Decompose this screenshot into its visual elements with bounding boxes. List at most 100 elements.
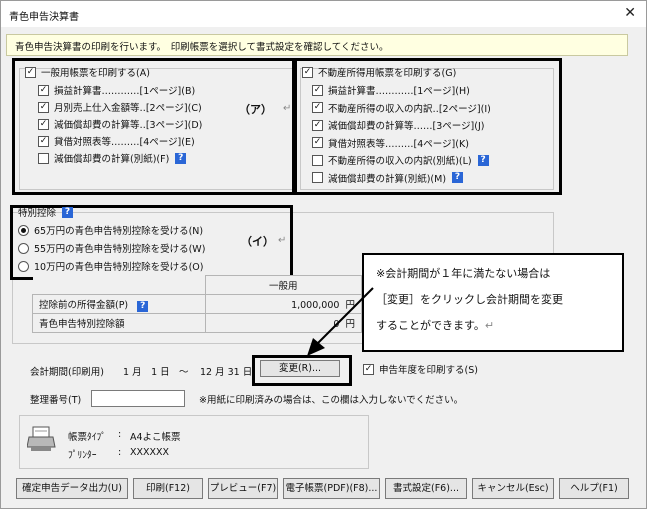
period-label: 会計期間(印刷用) [30,367,104,378]
seiri-input[interactable] [91,390,185,407]
marker-a: （ア） [239,103,272,116]
form-type-label: 帳票ﾀｲﾌﾟ [68,432,107,443]
form-type-value: A4よこ帳票 [130,432,181,443]
footer-button-2[interactable]: プレビュー(F7) [208,478,278,499]
radio-button[interactable] [18,242,29,254]
checkbox[interactable] [38,152,49,164]
realestate-item-label: 損益計算書…………[1ページ](H) [328,86,470,97]
footer-button-6[interactable]: ヘルプ(F1) [559,478,629,499]
period-tilde: ～ [179,367,189,378]
checkbox[interactable]: ✓ [38,101,49,113]
realestate-checkbox-3[interactable]: ✓ 貸借対照表等………[4ページ](K) [312,136,469,150]
help-icon[interactable]: ? [137,300,149,312]
realestate-item-label: 減価償却費の計算(別紙)(M) [328,173,447,185]
general-checkbox-0[interactable]: ✓ 損益計算書…………[1ページ](B) [38,83,195,97]
help-icon[interactable]: ? [175,152,187,164]
footer-button-4[interactable]: 書式設定(F6)... [385,478,467,499]
special-title-label: 特別控除 [18,208,57,219]
footer-button-3[interactable]: 電子帳票(PDF)(F8)... [283,478,380,499]
general-item-label: 貸借対照表等………[4ページ](E) [54,137,195,148]
realestate-checkbox-4[interactable]: 不動産所得の収入の内訳(別紙)(L)? [312,153,489,167]
callout-line2: ［変更］をクリックし会計期間を変更 [376,293,563,306]
general-checkbox-2[interactable]: ✓ 減価償却費の計算等‥[3ページ](D) [38,117,202,131]
form-type-sep: : [118,429,122,440]
checkbox[interactable]: ✓ [38,84,49,96]
seiri-label: 整理番号(T) [30,395,82,406]
help-icon[interactable]: ? [477,154,489,166]
checkbox[interactable]: ✓ [312,137,323,148]
print-year-checkbox[interactable]: ✓ 申告年度を印刷する(S) [363,362,478,376]
enter-mark: ↵ [278,235,287,246]
radio-button[interactable] [18,260,29,272]
general-item-label: 損益計算書…………[1ページ](B) [54,86,196,97]
checkbox[interactable]: ✓ [312,119,323,131]
printer-label: ﾌﾟﾘﾝﾀｰ [68,450,97,461]
realestate-item-label: 貸借対照表等………[4ページ](K) [328,138,469,150]
realestate-checkbox-0[interactable]: ✓ 損益計算書…………[1ページ](H) [312,83,470,97]
callout-line3: することができます。↵ [376,317,494,333]
realestate-checkbox-2[interactable]: ✓ 減価償却費の計算等……[3ページ](J) [312,118,484,132]
general-item-label: 減価償却費の計算等‥[3ページ](D) [54,120,203,131]
general-checkbox-3[interactable]: ✓ 貸借対照表等………[4ページ](E) [38,134,195,148]
special-option-label: 10万円の青色申告特別控除を受ける(O) [34,262,204,273]
print-year-label: 申告年度を印刷する(S) [379,365,478,376]
general-checkbox-1[interactable]: ✓ 月別売上仕入金額等‥[2ページ](C) [38,100,202,114]
realestate-checkbox-1[interactable]: ✓ 不動産所得の収入の内訳‥[2ページ](I) [312,101,491,115]
checkbox[interactable]: ✓ [312,84,323,96]
radio-button[interactable] [18,224,29,236]
row1-label-text: 控除前の所得金額(P) [39,299,129,311]
callout-line3-text: することができます。 [376,319,485,332]
checkbox[interactable]: ✓ [302,66,313,78]
dialog-window: 青色申告決算書 ✕ 青色申告決算書の印刷を行います。 印刷帳票を選択して書式設定… [0,0,647,509]
checkbox[interactable]: ✓ [25,66,36,78]
special-radio-2[interactable]: 10万円の青色申告特別控除を受ける(O) [18,259,203,273]
printer-sep: : [118,447,122,458]
row1-label: 控除前の所得金額(P) ? [32,294,206,314]
marker-i: （イ） [241,235,274,248]
printer-value: XXXXXX [130,447,170,458]
footer-button-1[interactable]: 印刷(F12) [133,478,203,499]
general-item-label: 月別売上仕入金額等‥[2ページ](C) [54,103,202,114]
row2-label: 青色申告特別控除額 [32,313,206,333]
period-end: 12 月 31 日 [200,367,253,378]
callout-line1: ※会計期間が１年に満たない場合は [376,267,551,280]
table-corner [32,275,206,295]
title-bar: 青色申告決算書 ✕ [1,1,646,27]
general-master-label: 一般用帳票を印刷する(A) [41,68,150,79]
info-text: 青色申告決算書の印刷を行います。 印刷帳票を選択して書式設定を確認してください。 [15,42,389,53]
realestate-item-label: 減価償却費の計算等……[3ページ](J) [328,121,485,132]
enter-mark: ↵ [484,319,495,332]
special-radio-0[interactable]: 65万円の青色申告特別控除を受ける(N) [18,223,203,237]
help-icon[interactable]: ? [452,172,464,183]
period-start: 1 月 1 日 [123,367,170,378]
general-item-label: 減価償却費の計算(別紙)(F) [54,154,170,165]
checkbox[interactable] [312,172,323,183]
special-option-label: 55万円の青色申告特別控除を受ける(W) [34,244,206,255]
realestate-item-label: 不動産所得の収入の内訳(別紙)(L) [328,156,472,167]
special-option-label: 65万円の青色申告特別控除を受ける(N) [34,226,204,237]
checkbox[interactable]: ✓ [38,118,49,130]
realestate-master-checkbox[interactable]: ✓ 不動産所得用帳票を印刷する(G) [302,65,456,79]
general-checkbox-4[interactable]: 減価償却費の計算(別紙)(F)? [38,151,187,165]
footer-button-0[interactable]: 確定申告データ出力(U) [16,478,128,499]
checkbox[interactable]: ✓ [312,102,323,113]
special-title: 特別控除 ? [18,205,74,219]
checkbox[interactable]: ✓ [363,363,374,375]
special-radio-1[interactable]: 55万円の青色申告特別控除を受ける(W) [18,241,205,255]
footer-button-5[interactable]: キャンセル(Esc) [472,478,554,499]
seiri-note: ※用紙に印刷済みの場合は、この欄は入力しないでください。 [199,395,464,406]
realestate-item-label: 不動産所得の収入の内訳‥[2ページ](I) [328,103,491,115]
printer-icon [27,426,56,451]
realestate-checkbox-5[interactable]: 減価償却費の計算(別紙)(M)? [312,171,464,185]
general-master-checkbox[interactable]: ✓ 一般用帳票を印刷する(A) [25,65,150,79]
callout-arrow [307,287,374,356]
help-icon[interactable]: ? [62,206,74,218]
checkbox[interactable] [312,154,323,166]
info-banner: 青色申告決算書の印刷を行います。 印刷帳票を選択して書式設定を確認してください。 [6,34,628,56]
window-title: 青色申告決算書 [9,12,79,23]
change-button[interactable]: 変更(R)... [260,360,340,377]
checkbox[interactable]: ✓ [38,135,49,147]
close-icon[interactable]: ✕ [624,5,636,21]
callout-note: ※会計期間が１年に満たない場合は ［変更］をクリックし会計期間を変更 することが… [362,253,624,352]
enter-mark: ↵ [283,103,292,114]
